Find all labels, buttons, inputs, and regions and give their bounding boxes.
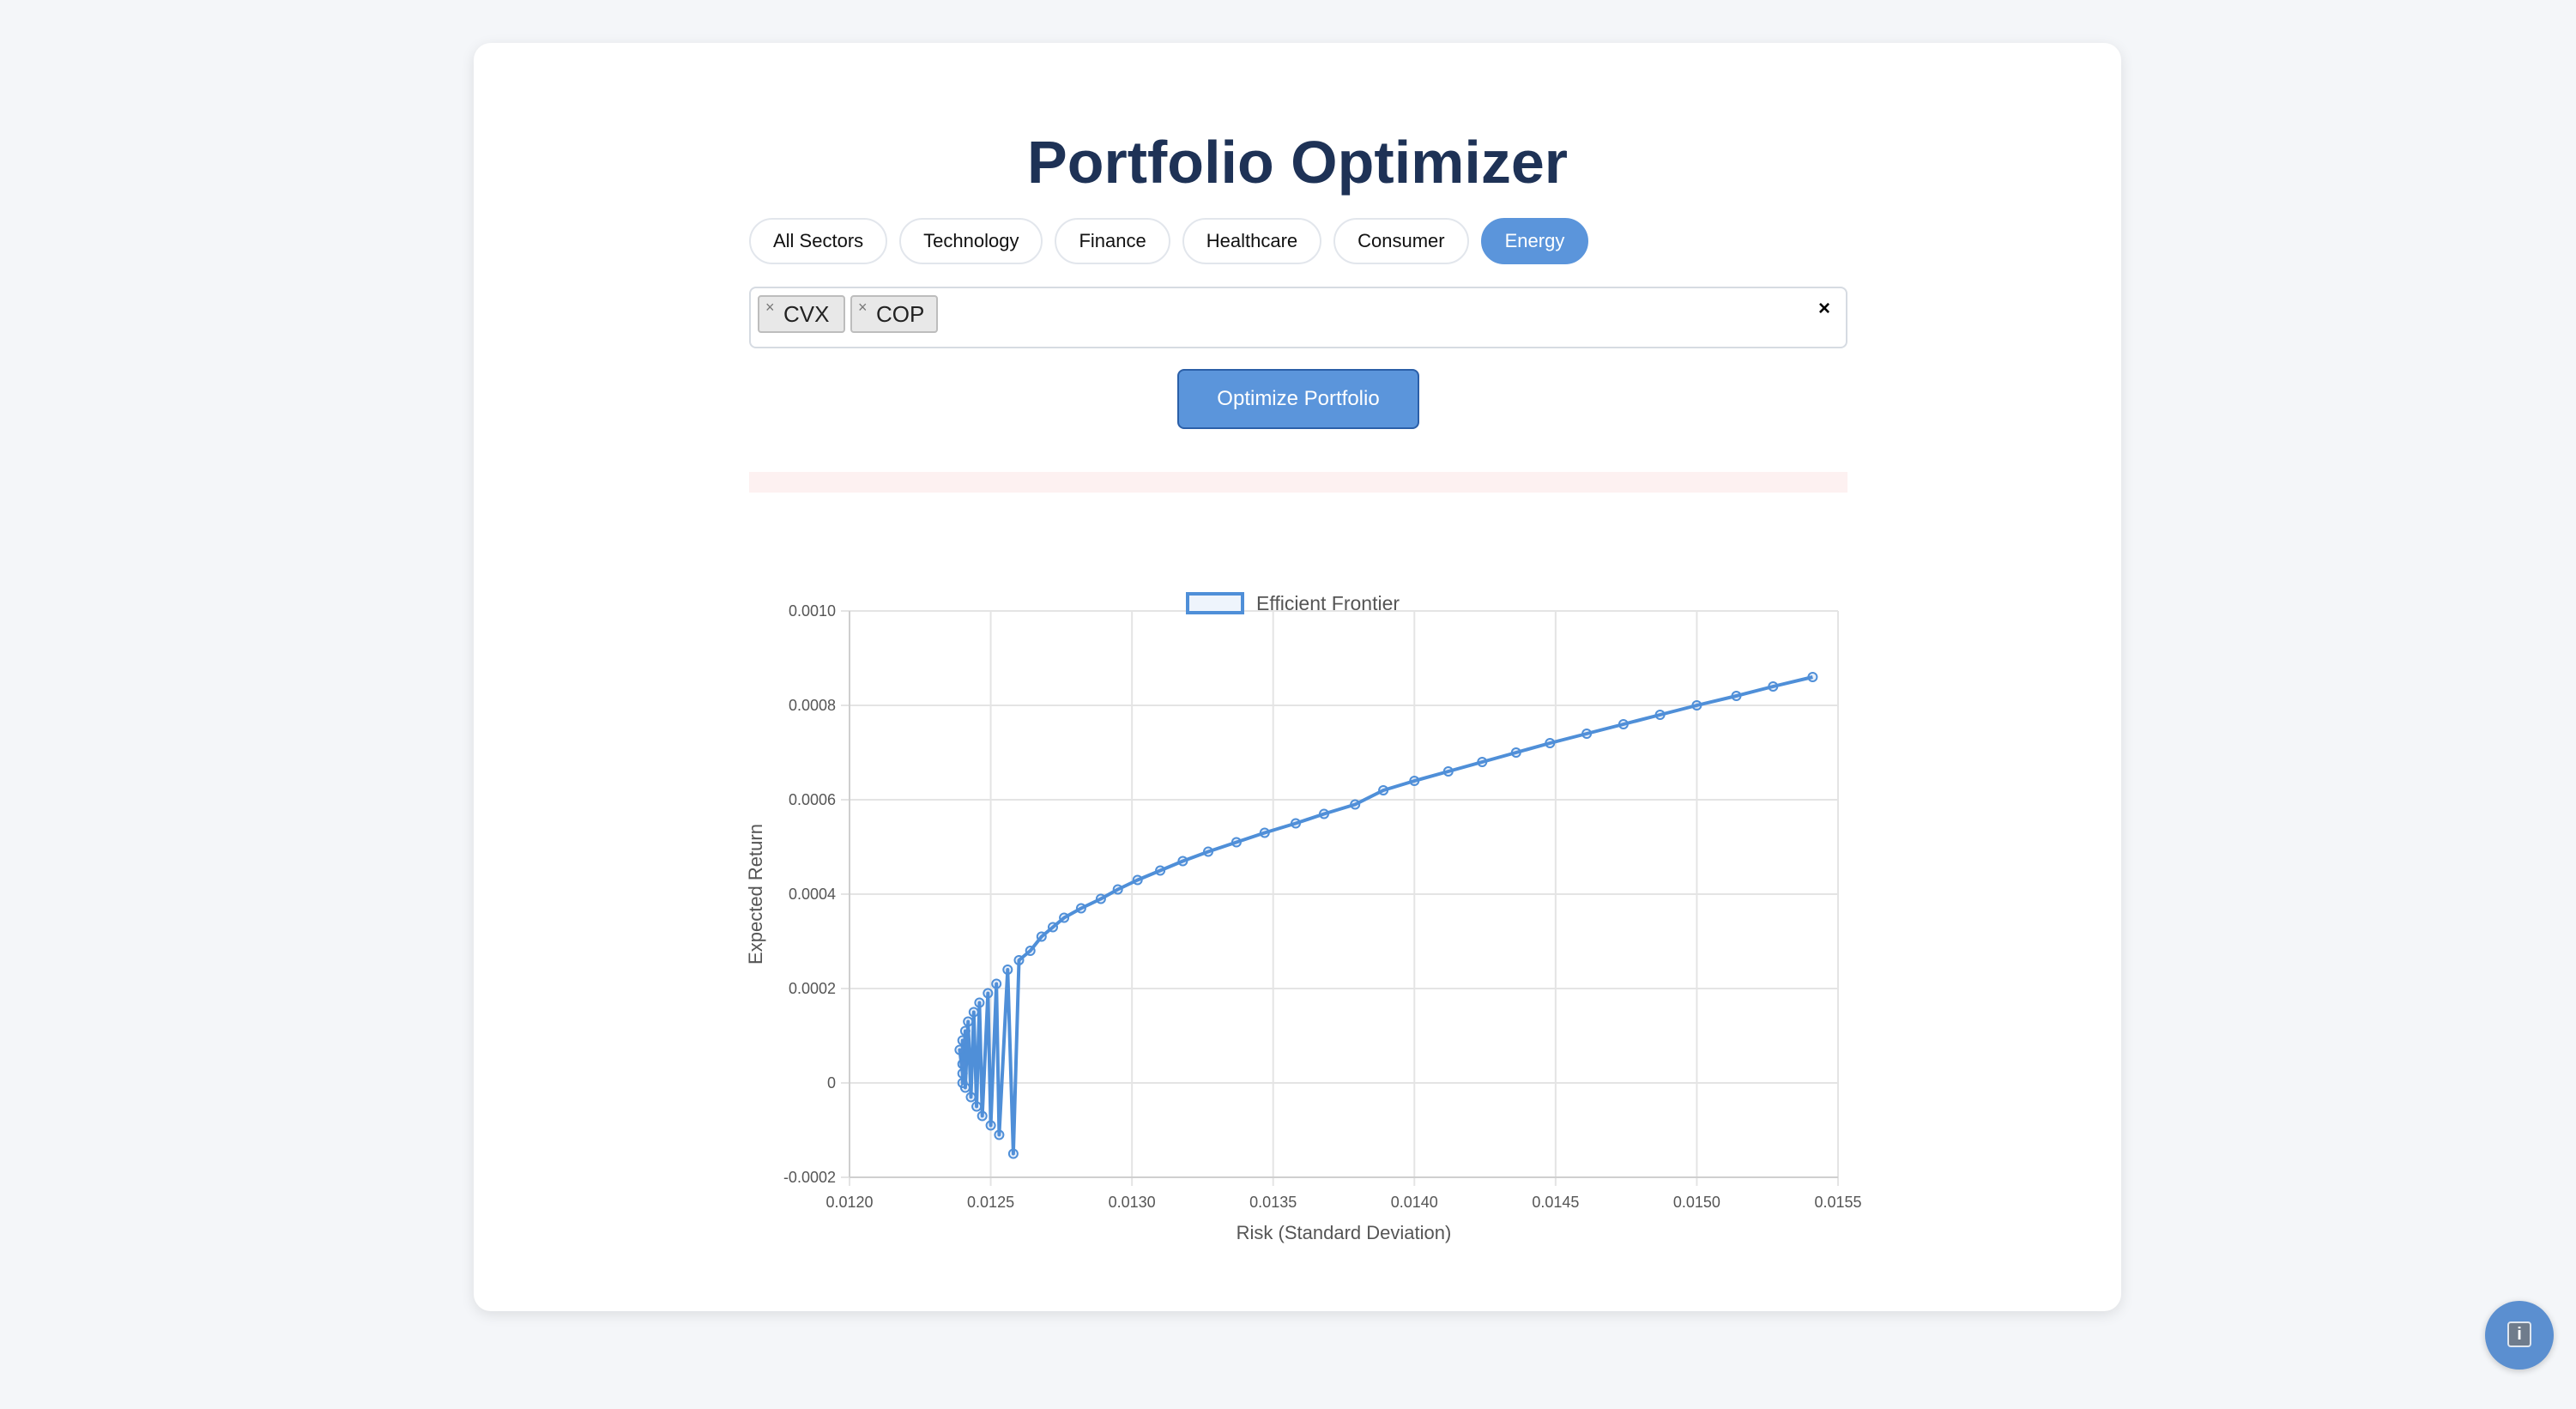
frontier-point [1807,672,1818,682]
y-tick-label: 0.0004 [789,886,836,903]
sector-consumer-button[interactable]: Consumer [1333,218,1469,264]
x-tick-label: 0.0130 [1109,1194,1156,1211]
frontier-point [957,1068,968,1079]
y-tick-label: 0 [827,1074,836,1092]
clear-all-icon[interactable]: × [1818,297,1830,321]
info-icon: i [2507,1321,2531,1347]
frontier-point [985,1120,996,1131]
frontier-point [1007,1148,1019,1159]
message-banner [749,472,1847,493]
x-tick-label: 0.0145 [1532,1194,1579,1211]
frontier-point [1291,818,1301,829]
legend-swatch [1186,592,1244,614]
frontier-point [1477,757,1488,767]
frontier-point [1036,931,1047,942]
x-axis-label: Risk (Standard Deviation) [1237,1222,1452,1243]
frontier-point [977,1110,988,1122]
ticker-multiselect[interactable]: × CVX × COP × [749,287,1847,348]
frontier-point [1545,738,1556,748]
frontier-point [1618,719,1629,729]
frontier-point [1025,946,1036,956]
y-tick-label: -0.0002 [783,1169,836,1186]
ticker-tag-label: CVX [783,300,830,327]
efficient-frontier-chart: 0.0120 0.0125 0.0130 0.0135 0.0140 0.0145 0.01… [745,592,1862,1243]
frontier-point [1075,903,1086,914]
sector-energy-button[interactable]: Energy [1480,218,1589,264]
y-tick-label: 0.0010 [789,602,836,620]
optimizer-card: Portfolio Optimizer All Sectors Technolo… [474,43,2121,1311]
y-axis-label: Expected Return [745,824,766,965]
remove-tag-icon[interactable]: × [858,299,868,317]
frontier-point [994,1129,1005,1140]
frontier-point [1132,874,1143,886]
sector-all-button[interactable]: All Sectors [749,218,888,264]
frontier-point [1768,681,1779,692]
frontier-point [1177,856,1188,867]
legend-label: Efficient Frontier [1256,592,1400,614]
frontier-point [1581,729,1593,739]
frontier-point [959,1082,971,1093]
frontier-point [959,1025,971,1037]
x-tick-label: 0.0135 [1249,1194,1297,1211]
info-button[interactable]: i [2485,1301,2554,1370]
x-tick-label: 0.0120 [825,1194,873,1211]
frontier-point [1654,710,1666,720]
frontier-point [1731,691,1742,701]
frontier-point [1155,865,1166,876]
frontier-point [965,1092,977,1103]
y-tick-label: 0.0008 [789,697,836,714]
sector-filter: All Sectors Technology Finance Healthcar… [749,218,1589,264]
sector-healthcare-button[interactable]: Healthcare [1182,218,1322,264]
frontier-point [1013,955,1025,965]
frontier-point [971,1101,983,1112]
frontier-point [1112,884,1123,895]
frontier-point [957,1059,968,1069]
frontier-point [1259,827,1270,838]
frontier-point [957,1035,968,1046]
frontier-point [1231,837,1242,848]
frontier-point [1048,922,1058,933]
x-tick-label: 0.0140 [1391,1194,1438,1211]
x-tick-label: 0.0155 [1814,1194,1861,1211]
sector-finance-button[interactable]: Finance [1055,218,1170,264]
x-tick-label: 0.0150 [1673,1194,1720,1211]
frontier-point [1095,893,1106,904]
page-title: Portfolio Optimizer [1027,129,1568,196]
frontier-point [983,988,994,999]
frontier-point [954,1044,965,1055]
frontier-point [1002,965,1013,975]
frontier-point [991,978,1002,989]
x-tick-label: 0.0125 [967,1194,1014,1211]
ticker-tag-label: COP [876,300,925,327]
frontier-point [968,1007,979,1018]
frontier-point [1442,766,1454,777]
y-tick-label: 0.0006 [789,791,836,808]
frontier-point [1409,776,1420,786]
ticker-tag: × COP [850,295,938,333]
frontier-point [1319,808,1329,819]
remove-tag-icon[interactable]: × [765,299,775,317]
frontier-point [1059,912,1070,923]
frontier-point [1203,846,1213,857]
ticker-tag: × CVX [758,295,845,333]
frontier-point [1350,799,1361,810]
frontier-point [963,1016,974,1027]
y-tick-label: 0.0002 [789,980,836,997]
frontier-point [974,997,985,1008]
frontier-point [1378,785,1389,795]
frontier-point [1691,700,1702,711]
sector-technology-button[interactable]: Technology [899,218,1043,264]
frontier-point [1510,747,1521,758]
optimize-portfolio-button[interactable]: Optimize Portfolio [1177,369,1419,429]
